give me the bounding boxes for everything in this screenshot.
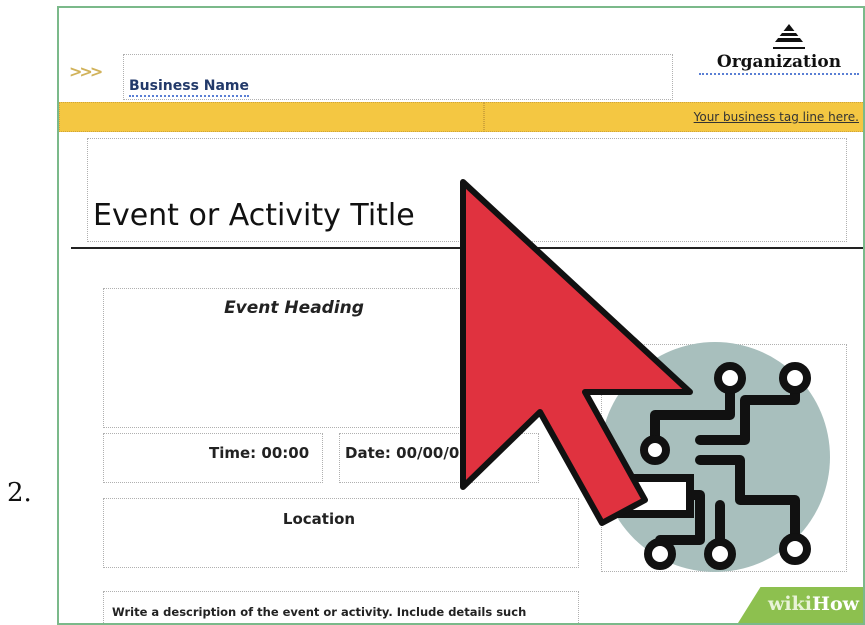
overlay-graphics (460, 179, 830, 572)
